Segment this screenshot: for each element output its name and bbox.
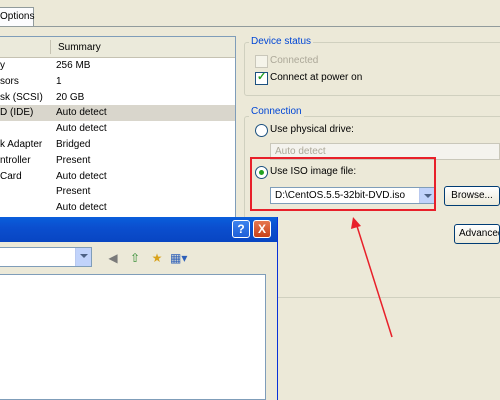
device-row[interactable]: Present [0,184,235,200]
help-icon[interactable]: ? [232,220,250,238]
browse-button[interactable]: Browse... [444,186,500,206]
device-row[interactable]: sk (SCSI) 20 GB [0,90,235,106]
device-status-group [244,42,500,96]
device-name: sors [0,75,19,87]
device-name: ntroller [0,154,31,166]
connect-at-power-on-checkbox[interactable] [255,70,268,85]
use-physical-drive-radio[interactable] [255,124,268,137]
device-name: k Adapter [0,139,43,150]
device-row[interactable]: y 256 MB [0,58,235,74]
device-summary: 20 GB [56,91,85,103]
device-summary: Present [56,154,91,166]
device-row[interactable]: ntroller Present [0,153,235,169]
tabstrip-divider [0,26,500,27]
file-list[interactable] [0,274,266,400]
device-summary: Auto detect [56,123,107,135]
up-folder-icon[interactable]: ⇧ [127,250,143,266]
annotation-highlight-box [250,157,436,211]
device-row[interactable]: Auto detect [0,121,235,137]
device-name: D (IDE) [0,107,34,119]
tab-options[interactable]: Options [0,7,34,27]
back-icon[interactable]: ◀ [105,250,121,266]
device-row[interactable]: Card Auto detect [0,169,235,185]
file-open-dialog: ? X ◀ ⇧ ★ ▦▾ [0,217,278,400]
device-list: Summary y 256 MB sors 1 sk (SCSI) 20 GB D (IDE… [0,36,236,218]
device-row[interactable]: k Adapter Bridged [0,137,235,153]
device-summary: 256 MB [56,60,91,71]
use-physical-drive-label: Use physical drive: [270,124,354,135]
device-name: y [0,60,5,71]
device-row[interactable]: Auto detect [0,200,235,216]
view-menu-icon[interactable]: ▦▾ [170,250,187,266]
chevron-down-icon[interactable] [75,248,91,266]
header-summary[interactable]: Summary [58,42,101,53]
dialog-titlebar[interactable]: ? X [0,217,277,242]
device-list-header: Summary [0,37,235,58]
device-summary: Present [56,186,91,198]
device-summary: Auto detect [56,202,107,214]
header-separator[interactable] [50,40,51,54]
device-summary: Auto detect [56,170,107,182]
tab-options-label: Options [0,11,35,22]
new-folder-icon[interactable]: ★ [149,250,165,266]
device-name: sk (SCSI) [0,91,43,103]
connection-title: Connection [249,106,304,117]
annotation-arrow [351,217,393,338]
device-status-title: Device status [249,36,314,47]
device-summary: Bridged [56,139,91,150]
device-name: Card [0,170,22,182]
close-icon[interactable]: X [253,220,271,238]
device-row[interactable]: D (IDE) Auto detect [0,105,235,122]
device-summary: 1 [56,75,62,87]
physical-drive-value: Auto detect [275,146,326,157]
connected-label: Connected [270,55,319,66]
advanced-button[interactable]: Advanced... [454,224,500,244]
device-summary: Auto detect [56,107,107,119]
connect-at-power-on-label: Connect at power on [270,72,363,83]
look-in-select[interactable] [0,247,92,267]
connected-checkbox[interactable] [255,55,268,68]
device-row[interactable]: sors 1 [0,74,235,90]
